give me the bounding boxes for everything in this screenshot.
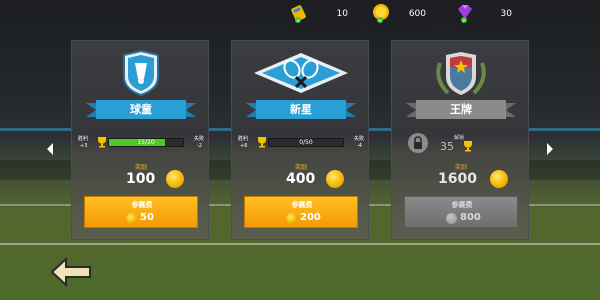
coin-count: 600 bbox=[408, 9, 426, 19]
rank-progress: 胜利 +3 15/20 失败 -2 bbox=[78, 135, 204, 153]
back-arrow-icon[interactable] bbox=[48, 255, 94, 289]
star-shield-laurel-icon bbox=[436, 52, 486, 95]
shield-shuttlecock-icon bbox=[123, 49, 159, 97]
trophy-icon bbox=[258, 137, 266, 148]
coin-counter[interactable]: + 600 bbox=[372, 4, 434, 26]
reward-label: 奖励 bbox=[294, 164, 307, 171]
win-value: +6 bbox=[240, 143, 248, 149]
gem-counter[interactable]: + 30 bbox=[456, 5, 520, 26]
entry-fee-label: 参赛费 bbox=[451, 201, 473, 209]
tier-title: 新星 bbox=[290, 103, 312, 116]
win-label: 胜利 bbox=[238, 136, 249, 142]
tier-card-caddie[interactable]: 球童 胜利 +3 15/20 失败 -2 奖励 100 参赛费 50 bbox=[71, 40, 209, 240]
win-label: 胜利 bbox=[78, 136, 89, 142]
reward-value: 100 bbox=[126, 171, 156, 187]
coin-icon bbox=[166, 170, 184, 188]
coin-icon bbox=[126, 213, 137, 224]
trophy-icon bbox=[98, 137, 106, 148]
ticket-counter[interactable]: + 10 bbox=[290, 5, 356, 26]
gem-count: 30 bbox=[500, 9, 512, 19]
ticket-count: 10 bbox=[336, 9, 348, 19]
svg-text:+: + bbox=[378, 18, 382, 24]
trophy-icon bbox=[464, 141, 472, 152]
entry-fee-value: 50 bbox=[140, 212, 154, 223]
tier-card-ace-locked[interactable]: 王牌 解锁 35 奖励 1600 参赛费 800 bbox=[391, 40, 529, 240]
unlock-value: 35 bbox=[440, 140, 454, 153]
court-line bbox=[0, 243, 600, 245]
coin-icon: + bbox=[373, 4, 389, 24]
win-value: +3 bbox=[80, 143, 88, 149]
entry-fee-button[interactable]: 参赛费 200 bbox=[244, 196, 358, 228]
lock-icon bbox=[408, 133, 428, 153]
progress-text: 15/20 bbox=[137, 139, 155, 146]
entry-fee-button[interactable]: 参赛费 800 bbox=[404, 196, 518, 228]
lose-label: 失败 bbox=[193, 136, 204, 142]
progress-bar: 0/50 bbox=[268, 138, 344, 147]
entry-fee-label: 参赛费 bbox=[131, 201, 153, 209]
progress-text: 0/50 bbox=[299, 139, 313, 146]
entry-fee-value: 200 bbox=[300, 212, 321, 223]
coin-icon bbox=[490, 170, 508, 188]
reward-label: 奖励 bbox=[134, 164, 147, 171]
progress-bar: 15/20 bbox=[108, 138, 184, 147]
reward-value: 400 bbox=[286, 171, 316, 187]
lose-label: 失败 bbox=[353, 136, 364, 142]
ticket-icon: + bbox=[291, 5, 306, 24]
entry-fee-value: 800 bbox=[460, 212, 481, 223]
tier-title: 王牌 bbox=[450, 103, 472, 116]
svg-text:+: + bbox=[462, 18, 466, 24]
tier-title: 球童 bbox=[130, 103, 152, 116]
entry-fee-label: 参赛费 bbox=[291, 201, 313, 209]
lose-value: -4 bbox=[357, 143, 362, 149]
tier-card-rising-star[interactable]: 新星 胜利 +6 0/50 失败 -4 奖励 400 参赛费 200 bbox=[231, 40, 369, 240]
rank-progress: 胜利 +6 0/50 失败 -4 bbox=[238, 135, 364, 153]
coin-icon bbox=[326, 170, 344, 188]
reward-value: 1600 bbox=[438, 171, 477, 187]
svg-text:+: + bbox=[296, 18, 300, 24]
lose-value: -2 bbox=[197, 143, 202, 149]
gem-icon: + bbox=[458, 5, 472, 24]
entry-fee-button[interactable]: 参赛费 50 bbox=[84, 196, 198, 228]
arrow-right-icon[interactable] bbox=[546, 142, 554, 156]
coin-icon bbox=[446, 213, 457, 224]
crossed-rackets-icon bbox=[254, 53, 348, 93]
arrow-left-icon[interactable] bbox=[46, 142, 54, 156]
reward-label: 奖励 bbox=[454, 164, 467, 171]
coin-icon bbox=[286, 213, 297, 224]
